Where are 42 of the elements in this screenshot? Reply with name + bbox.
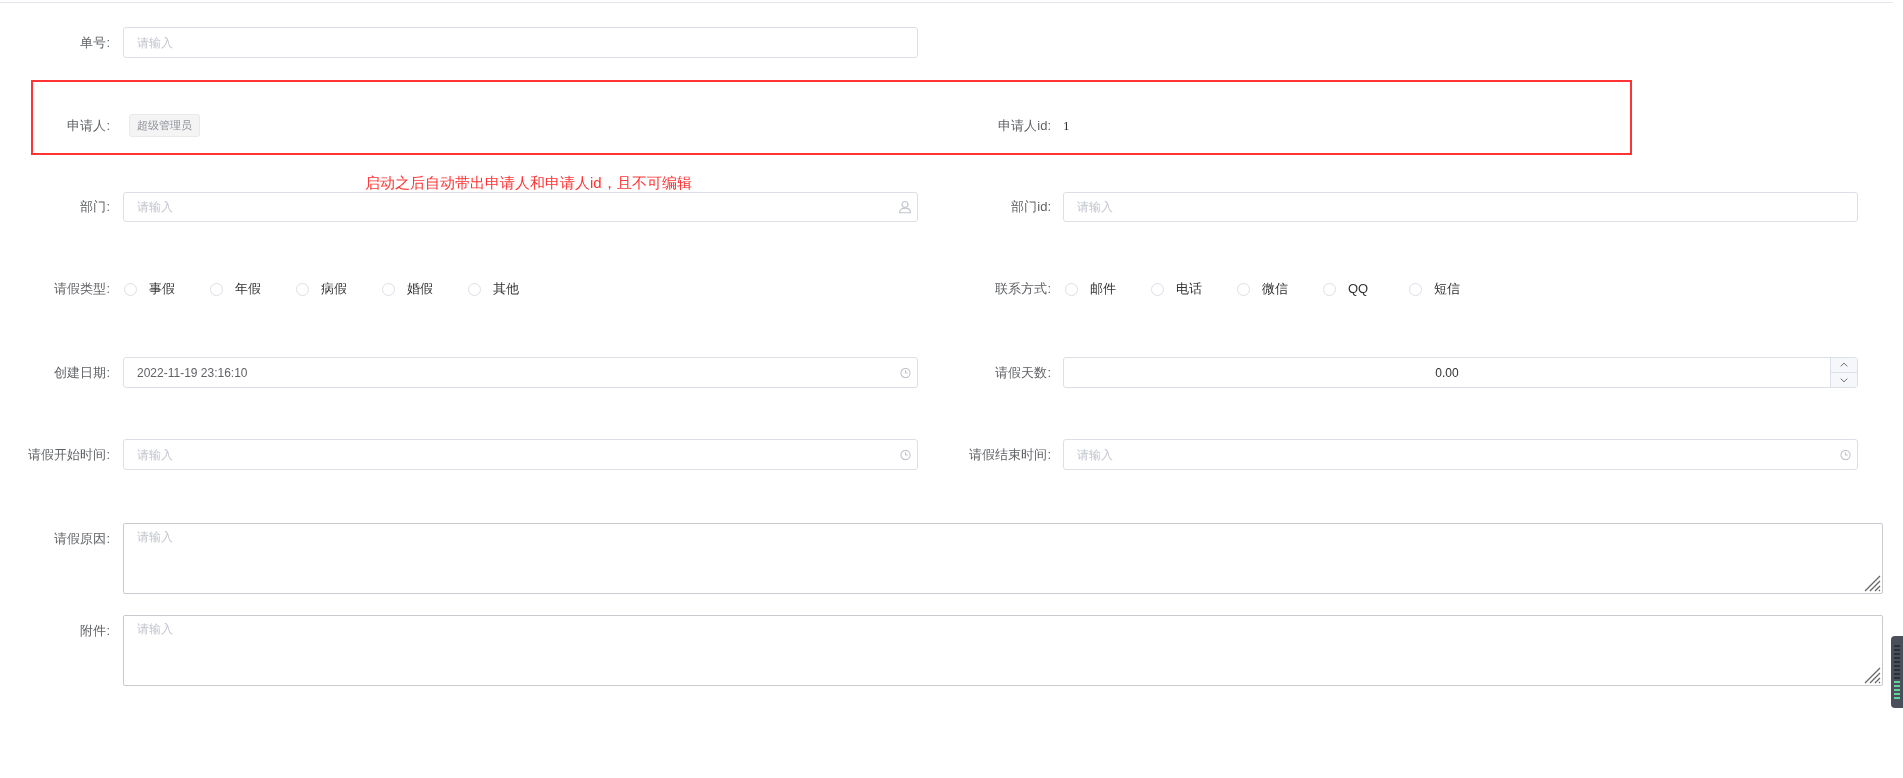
annotation-note: 启动之后自动带出申请人和申请人id，且不可编辑 [365, 173, 692, 193]
field-label: 请假开始时间: [27, 445, 111, 464]
field-label: 部门id: [1010, 198, 1052, 217]
field-label: 单号: [79, 33, 111, 52]
input-field[interactable]: 请输入 [123, 439, 918, 470]
field-value: 1 [1063, 116, 1070, 135]
tag: 超级管理员 [129, 114, 200, 137]
radio-option[interactable]: 其他 [468, 279, 554, 299]
user-icon [898, 200, 912, 214]
radio-option[interactable]: QQ [1323, 279, 1409, 299]
field-label: 请假天数: [994, 363, 1052, 382]
radio-option[interactable]: 邮件 [1065, 279, 1151, 299]
field-label: 联系方式: [994, 280, 1052, 299]
resize-handle-icon[interactable] [1864, 667, 1881, 684]
radio-option[interactable]: 事假 [124, 279, 210, 299]
field-label: 申请人: [66, 116, 111, 135]
clock-icon [1840, 449, 1851, 460]
input-field[interactable]: 2022-11-19 23:16:10 [123, 357, 918, 388]
radio-option[interactable]: 年假 [210, 279, 296, 299]
radio-option[interactable]: 婚假 [382, 279, 468, 299]
field-label: 创建日期: [53, 363, 111, 382]
input-field[interactable]: 请输入 [123, 192, 918, 222]
radio-option[interactable]: 病假 [296, 279, 382, 299]
number-input[interactable]: 0.00 [1063, 357, 1858, 388]
floating-widget-handle[interactable] [1891, 636, 1903, 708]
input-field[interactable]: 请输入 [1063, 439, 1858, 470]
radio-option[interactable]: 电话 [1151, 279, 1237, 299]
field-label: 附件: [79, 622, 111, 640]
field-label: 申请人id: [997, 116, 1052, 135]
field-label: 请假类型: [53, 280, 111, 299]
radio-option[interactable]: 短信 [1409, 279, 1495, 299]
input-field[interactable]: 请输入 [1063, 192, 1858, 222]
radio-option[interactable]: 微信 [1237, 279, 1323, 299]
resize-handle-icon[interactable] [1864, 575, 1881, 592]
clock-icon [900, 367, 911, 378]
input-field[interactable]: 请输入 [123, 27, 918, 58]
clock-icon [900, 449, 911, 460]
field-label: 请假结束时间: [968, 445, 1052, 464]
text-area[interactable]: 请输入 [123, 523, 1883, 594]
field-label: 请假原因: [53, 530, 111, 548]
field-label: 部门: [79, 198, 111, 217]
text-area[interactable]: 请输入 [123, 615, 1883, 686]
